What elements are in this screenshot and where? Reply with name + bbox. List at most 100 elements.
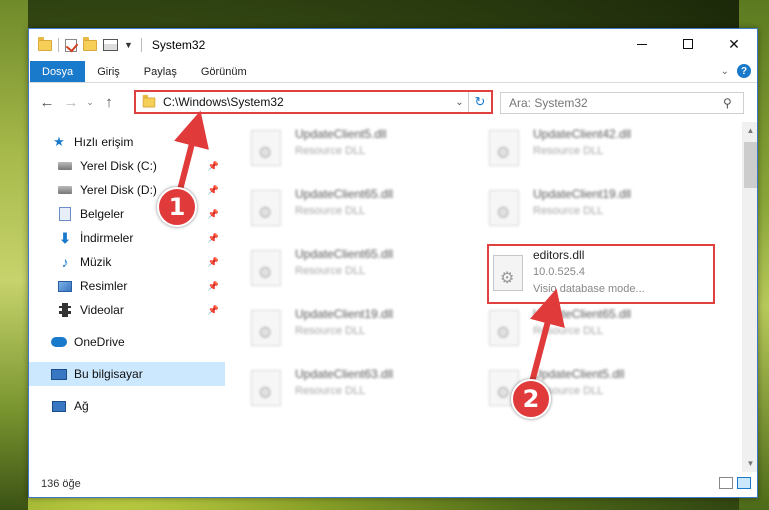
file-item[interactable]: UpdateClient65.dll Resource DLL [225, 182, 455, 234]
expand-ribbon-icon[interactable]: ⌄ [721, 66, 729, 77]
help-icon[interactable]: ? [737, 64, 751, 78]
file-name: editors.dll [533, 248, 585, 262]
music-note-icon: ♪ [61, 254, 69, 270]
file-item[interactable]: UpdateClient65.dll Resource DLL [463, 302, 693, 354]
file-name: UpdateClient65.dll [295, 247, 394, 261]
sidebar-item-network[interactable]: Ağ [29, 394, 225, 418]
documents-icon [57, 207, 73, 221]
close-button[interactable]: ✕ [711, 29, 757, 59]
sidebar-item-label: Yerel Disk (D:) [80, 183, 157, 197]
file-item[interactable]: UpdateClient65.dll Resource DLL [225, 242, 455, 294]
qat-dropdown-icon[interactable]: ▼ [124, 40, 133, 50]
sidebar-item-videos[interactable]: Videolar 📌 [29, 298, 225, 322]
tab-home[interactable]: Giriş [85, 61, 132, 82]
file-item[interactable]: UpdateClient19.dll Resource DLL [225, 302, 455, 354]
annotation-badge-1: 1 [157, 187, 197, 227]
file-item[interactable]: UpdateClient5.dllResource DLL [225, 122, 455, 174]
sidebar-item-quick-access[interactable]: ★ Hızlı erişim [29, 130, 225, 154]
sidebar-item-this-pc[interactable]: Bu bilgisayar [29, 362, 225, 386]
download-icon: ⬇ [59, 229, 71, 246]
sidebar-item-onedrive[interactable]: OneDrive [29, 330, 225, 354]
forward-button[interactable]: → [59, 94, 83, 111]
desktop-wallpaper-left [0, 0, 28, 510]
file-description: Resource DLL [533, 205, 604, 217]
pin-icon[interactable]: 📌 [208, 281, 219, 292]
properties-check-icon[interactable] [65, 38, 77, 52]
minimize-icon [637, 43, 647, 45]
pin-icon[interactable]: 📌 [208, 305, 219, 316]
scroll-thumb[interactable] [744, 142, 757, 188]
refresh-icon[interactable]: ↻ [469, 94, 491, 110]
dll-file-icon [489, 130, 519, 166]
address-folder-icon [142, 94, 156, 107]
scroll-down-icon[interactable]: ▼ [742, 455, 757, 472]
recent-locations-icon[interactable]: ⌄ [83, 97, 97, 108]
address-dropdown-icon[interactable]: ⌄ [451, 92, 469, 112]
tab-file[interactable]: Dosya [30, 61, 86, 82]
file-description: Resource DLL [533, 325, 604, 337]
dll-file-icon [489, 310, 519, 346]
new-folder-icon[interactable] [83, 36, 97, 51]
sidebar-item-local-disk-c[interactable]: Yerel Disk (C:) 📌 [29, 154, 225, 178]
dll-file-icon [251, 370, 281, 406]
up-button[interactable]: ↑ [97, 94, 121, 111]
ribbon-right-controls: ⌄ ? [721, 64, 751, 78]
sidebar-item-label: Resimler [80, 279, 128, 293]
address-path[interactable]: C:\Windows\System32 [163, 95, 451, 109]
sidebar-item-label: İndirmeler [80, 231, 134, 245]
pin-icon[interactable]: 📌 [208, 209, 219, 220]
file-item[interactable]: UpdateClient19.dll Resource DLL [463, 182, 693, 234]
scroll-up-icon[interactable]: ▲ [742, 122, 757, 139]
file-list: UpdateClient5.dll Resource DLL UpdateClie… [225, 122, 739, 472]
status-bar: 136 öğe [29, 471, 757, 497]
film-icon [57, 303, 73, 317]
file-item-editors-dll[interactable]: editors.dll 10.0.525.4 Visio database mo… [487, 244, 715, 304]
file-name: UpdateClient42.dll [533, 127, 632, 141]
dll-file-icon [251, 250, 281, 286]
file-item[interactable]: UpdateClient42.dll Resource DLL [463, 122, 693, 174]
address-bar[interactable]: C:\Windows\System32 ⌄ ↻ [134, 90, 493, 114]
pin-icon[interactable]: 📌 [208, 257, 219, 268]
pin-icon[interactable]: 📌 [208, 161, 219, 172]
folder-icon [38, 36, 52, 51]
dll-file-icon [489, 190, 519, 226]
search-box[interactable]: Ara: System32 ⚲ [500, 92, 744, 114]
sidebar-item-label: Bu bilgisayar [74, 367, 143, 381]
sidebar-item-pictures[interactable]: Resimler 📌 [29, 274, 225, 298]
pin-icon[interactable]: 📌 [208, 233, 219, 244]
vertical-scrollbar[interactable]: ▲ ▼ [742, 122, 757, 472]
search-placeholder[interactable]: Ara: System32 [509, 96, 723, 110]
file-name: UpdateClient63.dll [295, 367, 394, 381]
drive-icon [57, 159, 73, 173]
maximize-button[interactable] [665, 29, 711, 59]
tiles-view-icon[interactable] [737, 477, 751, 489]
file-name: UpdateClient65.dll [533, 307, 632, 321]
quick-access-toolbar: ▼ [29, 36, 133, 52]
sidebar-item-label: Belgeler [80, 207, 125, 221]
caption-buttons: ✕ [619, 29, 757, 59]
sidebar-item-label: OneDrive [74, 335, 125, 349]
file-version: 10.0.525.4 [533, 266, 585, 278]
item-count: 136 öğe [41, 478, 81, 490]
file-description: Resource DLL [295, 385, 366, 397]
network-icon [51, 399, 67, 413]
back-button[interactable]: ← [35, 94, 59, 111]
sidebar-item-music[interactable]: ♪ Müzik 📌 [29, 250, 225, 274]
search-icon[interactable]: ⚲ [723, 96, 743, 110]
title-divider [140, 38, 142, 52]
sidebar-item-local-disk-d[interactable]: Yerel Disk (D:) 📌 [29, 178, 225, 202]
file-item[interactable]: UpdateClient5.dllResource DLL [463, 362, 693, 414]
file-item[interactable]: UpdateClient63.dll Resource DLL [225, 362, 455, 414]
pictures-icon [57, 279, 73, 293]
file-description: Resource DLL [295, 145, 366, 157]
cloud-icon [51, 335, 67, 349]
tab-view[interactable]: Görünüm [189, 61, 259, 82]
tab-share[interactable]: Paylaş [132, 61, 189, 82]
minimize-button[interactable] [619, 29, 665, 59]
file-explorer-window: ▼ System32 ✕ Dosya Giriş Paylaş Görünüm … [28, 28, 758, 498]
customize-icon[interactable] [103, 39, 118, 51]
pin-icon[interactable]: 📌 [208, 185, 219, 196]
sidebar-item-label: Ağ [74, 399, 89, 413]
details-view-icon[interactable] [719, 477, 733, 489]
sidebar-item-downloads[interactable]: ⬇ İndirmeler 📌 [29, 226, 225, 250]
